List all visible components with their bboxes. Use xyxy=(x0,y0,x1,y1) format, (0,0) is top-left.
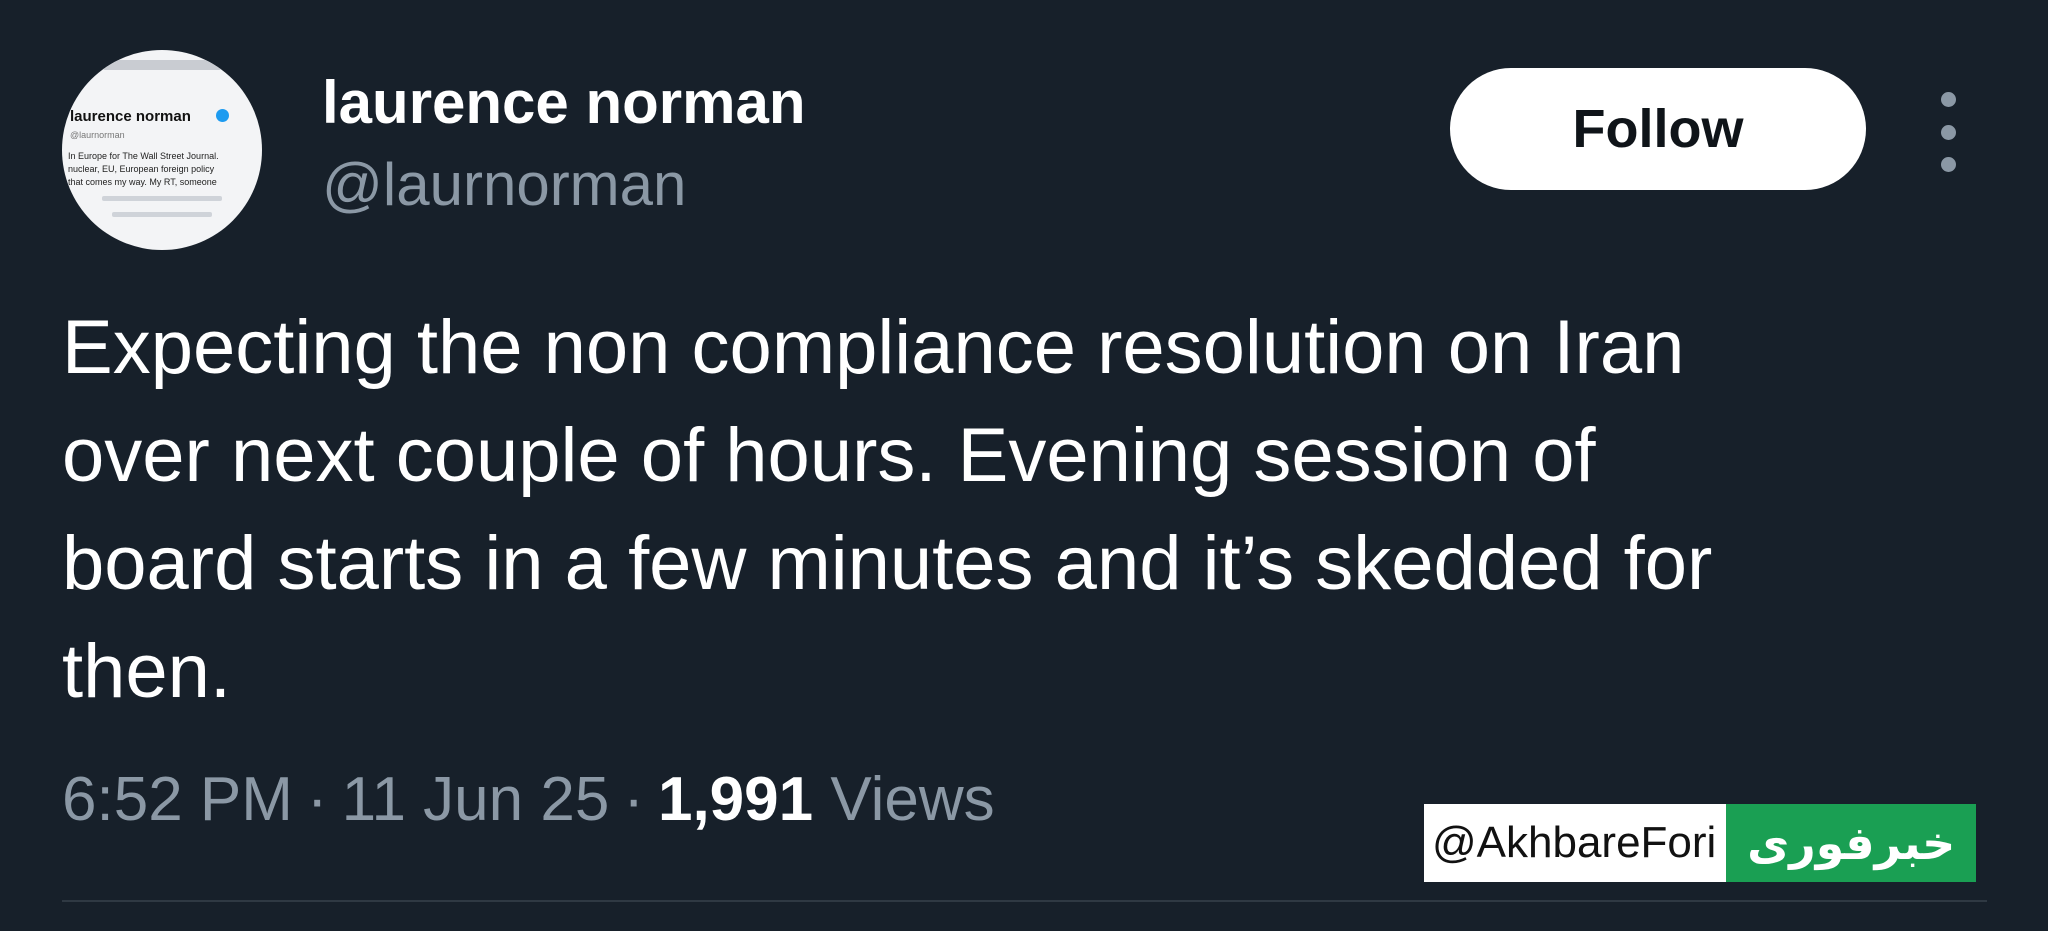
avatar-header-strip xyxy=(102,60,222,70)
tweet-time[interactable]: 6:52 PM xyxy=(62,765,293,834)
tweet-text: Expecting the non compliance resolution … xyxy=(62,305,1713,714)
avatar-mini-handle: @laurnorman xyxy=(70,130,125,140)
more-vertical-icon xyxy=(1940,157,1956,172)
avatar[interactable]: laurence norman @laurnorman In Europe fo… xyxy=(62,50,262,250)
watermark: @AkhbareFori خبرفوری xyxy=(1424,804,1976,882)
verified-badge-icon xyxy=(216,109,229,122)
avatar-mini-bio: In Europe for The Wall Street Journal. n… xyxy=(68,151,219,187)
avatar-mini-name: laurence norman xyxy=(70,108,191,125)
follow-button[interactable]: Follow xyxy=(1450,68,1866,190)
watermark-logo: خبرفوری xyxy=(1726,804,1976,882)
views-count[interactable]: 1,991 xyxy=(658,765,813,834)
more-vertical-icon xyxy=(1940,92,1956,107)
meta-separator: · xyxy=(306,765,328,834)
more-vertical-icon xyxy=(1940,124,1956,140)
author-handle[interactable]: @laurnorman xyxy=(322,150,686,220)
author-display-name[interactable]: laurence norman xyxy=(322,68,806,138)
avatar-mini-line xyxy=(112,212,212,217)
divider xyxy=(62,900,1987,902)
more-options-button[interactable] xyxy=(1928,92,1968,172)
meta-separator: · xyxy=(623,765,644,834)
views-label[interactable]: Views xyxy=(830,765,994,834)
watermark-handle: @AkhbareFori xyxy=(1424,804,1727,882)
avatar-mini-line xyxy=(102,196,222,201)
tweet-card: laurence norman @laurnorman In Europe fo… xyxy=(0,0,2048,931)
tweet-meta: 6:52 PM · 11 Jun 25 · 1,991 Views xyxy=(62,760,995,840)
tweet-date[interactable]: 11 Jun 25 xyxy=(342,765,610,834)
